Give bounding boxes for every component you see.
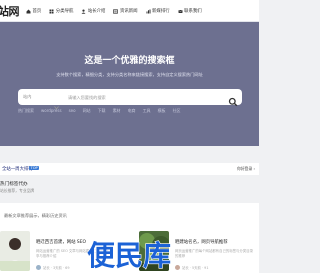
article-panel-heading: 最新文章推荐展示，精彩历史资讯 <box>4 213 67 218</box>
chart-icon <box>146 9 151 14</box>
hot-tag[interactable]: wordpress <box>41 108 62 114</box>
nav-item-label: 站长介绍 <box>87 9 106 14</box>
hot-tag[interactable]: 工具 <box>143 108 151 114</box>
hot-tag[interactable]: 素材 <box>113 108 121 114</box>
article-stats: 站长 · 3天前 · 69 <box>43 266 70 270</box>
nav-item-label: 联系我们 <box>184 9 202 14</box>
nav-item-contact[interactable]: 联系我们 <box>178 8 202 14</box>
hot-tags-label: 热门搜索 <box>18 108 34 113</box>
ranking-badge: TOP <box>29 166 40 170</box>
page: 站网 首页 分类导航 站长介绍 资讯新闻 新媒排行 联系我们 这是一个优雅的搜索… <box>0 0 259 273</box>
nav-item-label: 新媒排行 <box>152 9 170 14</box>
nav-item-about[interactable]: 站长介绍 <box>81 8 105 14</box>
hot-tag[interactable]: 社区 <box>173 108 181 114</box>
hot-search-tags: 热门搜索 wordpress seo 网站 下载 素材 电商 工具 模板 社区 <box>18 108 188 114</box>
svg-text:便民库: 便民库 <box>87 239 171 272</box>
nav-item-rank[interactable]: 新媒排行 <box>146 8 170 14</box>
news-icon <box>113 8 119 14</box>
article-thumbnail[interactable] <box>0 231 30 271</box>
article-title[interactable]: 晒建站名名，网页导航推荐 <box>175 239 228 245</box>
hero-title: 这是一个优雅的搜索框 <box>84 56 175 66</box>
widget-desc: 站长推荐，专业品牌 <box>0 188 35 193</box>
watermark-logo: 便民库 <box>86 238 171 272</box>
nav-item-news[interactable]: 资讯新闻 <box>113 8 138 14</box>
hot-tag[interactable]: 模板 <box>158 108 166 114</box>
search-bar: 站内 <box>18 89 242 110</box>
user-icon <box>81 9 86 14</box>
nav-item-home[interactable]: 首页 <box>26 8 41 14</box>
hot-tag[interactable]: 电商 <box>128 108 136 114</box>
hero-subtitle: 支持数个搜索，精细分类，支持分类名称来链接搜索，支持自定义搜索热门网址 <box>56 72 203 77</box>
nav-menu: 首页 分类导航 站长介绍 资讯新闻 新媒排行 联系我们 <box>26 0 210 22</box>
hot-tag[interactable]: seo <box>69 108 76 114</box>
avatar <box>36 265 41 270</box>
ranking-bar: 全站一周大排行 TOP 你好登录 › <box>0 163 259 175</box>
nav-item-label: 首页 <box>32 9 42 14</box>
nav-item-categories[interactable]: 分类导航 <box>49 8 73 14</box>
search-icon[interactable] <box>228 92 238 107</box>
login-link[interactable]: 你好登录 › <box>237 166 255 172</box>
nav-item-label: 资讯新闻 <box>119 9 138 14</box>
grid-icon <box>49 9 54 14</box>
hot-tag[interactable]: 网站 <box>83 108 91 114</box>
article-excerpt: 网页运营推广的每个网站都有自己的标签与分类目录的推荐 <box>175 249 253 258</box>
nav-item-label: 分类导航 <box>55 9 74 14</box>
top-navbar: 站网 首页 分类导航 站长介绍 资讯新闻 新媒排行 联系我们 <box>0 0 259 22</box>
hero-banner: 这是一个优雅的搜索框 支持数个搜索，精细分类，支持分类名称来链接搜索，支持自定义… <box>0 22 259 146</box>
search-input[interactable] <box>68 92 218 102</box>
widget-title[interactable]: 热门标签代办 <box>0 181 28 187</box>
home-icon <box>26 9 31 14</box>
contact-icon <box>178 9 183 14</box>
chevron-down-icon[interactable] <box>54 95 59 110</box>
search-category-select[interactable]: 站内 <box>23 89 31 105</box>
hot-tag[interactable]: 下载 <box>98 108 106 114</box>
site-logo[interactable]: 站网 <box>0 3 20 19</box>
article-stats: 站长 · 5天前 · 91 <box>182 266 209 270</box>
